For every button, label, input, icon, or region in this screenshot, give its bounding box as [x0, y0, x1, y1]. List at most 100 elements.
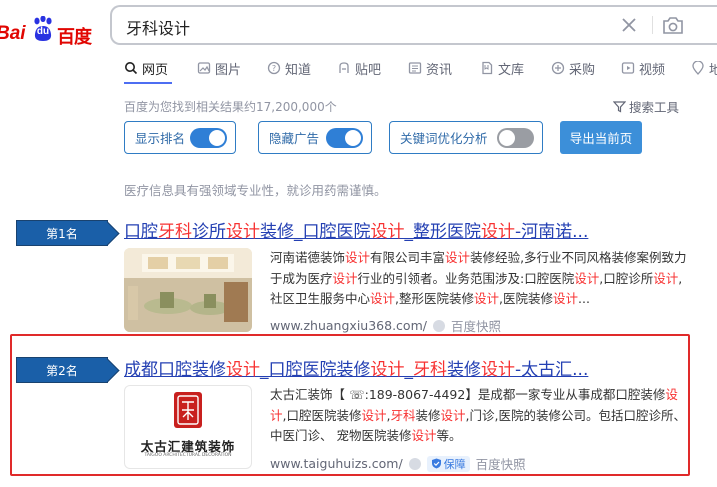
toggle-show-rank[interactable]: 显示排名	[124, 121, 236, 154]
tab-images[interactable]: 图片	[197, 58, 241, 78]
tab-label: 知道	[285, 62, 312, 78]
tab-zhidao[interactable]: ? 知道	[267, 58, 311, 78]
tab-label: 资讯	[426, 62, 453, 78]
filter-icon	[613, 101, 626, 113]
desc-text: 装修	[415, 407, 441, 423]
tab-label: 地	[709, 62, 717, 78]
info-dot-icon[interactable]	[432, 319, 445, 332]
title-text: _	[404, 360, 414, 380]
toggle-label: 隐藏广告	[269, 131, 320, 146]
news-icon	[408, 62, 422, 74]
toggle-switch-on[interactable]	[190, 128, 227, 148]
search-box[interactable]	[110, 5, 717, 45]
clear-icon[interactable]	[618, 14, 640, 36]
result-count: 百度为您找到相关结果约17,200,000个	[124, 100, 337, 114]
info-dot-icon[interactable]	[408, 457, 421, 470]
tab-label: 采购	[569, 62, 596, 78]
tab-wenku[interactable]: 文库	[480, 58, 524, 78]
title-text: -河南诺...	[515, 222, 589, 242]
purchase-icon	[551, 61, 565, 75]
desc-text: 行业的引领者。业务范围涉及:口腔医院	[357, 270, 575, 286]
company-logo-thumbnail[interactable]: 太古汇建筑装饰 TAIGOO ARCHITECTURAL DECORATION	[124, 385, 252, 469]
guarantee-badge[interactable]: 保障	[426, 455, 470, 472]
tab-label: 贴吧	[355, 62, 382, 78]
tab-purchase[interactable]: 采购	[551, 58, 595, 78]
tab-label: 图片	[215, 62, 242, 78]
rank-badge: 第2名	[16, 357, 108, 383]
active-tab-underline	[124, 82, 172, 84]
desc-keyword: 设计	[332, 270, 358, 286]
export-page-button[interactable]: 导出当前页	[560, 121, 642, 154]
search-tools-label: 搜索工具	[629, 100, 680, 115]
desc-text: ,口腔诊所	[599, 270, 654, 286]
desc-keyword: 设计	[445, 250, 471, 265]
result-description: 太古汇装饰【 ☏:189-8067-4492】是成都一家专业从事成都口腔装修设计…	[270, 385, 688, 447]
title-text: 装修	[447, 360, 481, 380]
result-thumbnail[interactable]	[124, 248, 252, 332]
toggle-knob	[209, 130, 225, 146]
search-divider	[652, 16, 653, 34]
desc-text: ,口腔医院装修	[282, 407, 362, 423]
title-keyword: 设计	[370, 222, 405, 242]
result-url[interactable]: www.taiguhuizs.com/	[270, 456, 403, 471]
logo-bai-text: Bai	[0, 23, 26, 44]
map-icon	[692, 61, 704, 75]
toggle-label: 显示排名	[135, 131, 186, 146]
clinic-room-image	[124, 248, 252, 332]
title-keyword: 牙科	[413, 360, 447, 380]
desc-text: 太古汇装饰【 ☏:189-8067-4492】是成都一家专业从事成都口腔装修	[270, 387, 666, 402]
desc-keyword: 设计	[411, 428, 437, 443]
toggle-switch-on[interactable]	[326, 128, 363, 148]
tab-label: 文库	[498, 62, 525, 78]
tab-news[interactable]: 资讯	[408, 58, 452, 78]
toggle-knob	[345, 130, 361, 146]
desc-keyword: 设计	[370, 291, 396, 306]
snapshot-link[interactable]: 百度快照	[476, 454, 526, 473]
result-url-row: www.taiguhuizs.com/ 保障 百度快照	[270, 454, 526, 473]
tab-map[interactable]: 地	[691, 58, 717, 78]
company-logo-subtext: TAIGOO ARCHITECTURAL DECORATION	[144, 453, 232, 458]
result-description: 河南诺德装饰设计有限公司丰富设计装修经验,多行业不同风格装修案例致力于成为医疗设…	[270, 248, 688, 310]
title-keyword: 设计	[370, 360, 405, 380]
search-tools-button[interactable]: 搜索工具	[613, 97, 679, 116]
search-input[interactable]	[124, 15, 598, 39]
tab-tieba[interactable]: 贴吧	[337, 58, 381, 78]
result-title-link[interactable]: 口腔牙科诊所设计装修_口腔医院设计_整形医院设计-河南诺...	[124, 217, 588, 242]
tab-web[interactable]: 网页	[124, 58, 168, 78]
camera-icon[interactable]	[661, 14, 685, 36]
title-keyword: 设计	[481, 360, 515, 380]
tab-label: 网页	[142, 62, 169, 78]
video-icon	[621, 62, 635, 74]
desc-keyword: 设计	[474, 291, 500, 306]
toggle-knob	[499, 130, 515, 146]
desc-keyword: 设计	[574, 270, 600, 286]
desc-keyword: 设计	[345, 250, 371, 265]
title-text: 口腔	[124, 222, 158, 242]
title-text: 装修_口腔医院	[260, 222, 371, 242]
shield-check-icon	[431, 458, 441, 469]
result-title-link[interactable]: 成都口腔装修设计_口腔医院装修设计_牙科装修设计-太古汇...	[124, 355, 588, 380]
baidu-logo[interactable]: Bai du 百度	[0, 10, 96, 48]
title-keyword: 设计	[226, 222, 260, 242]
logo-baidu-chinese: 百度	[57, 27, 92, 48]
desc-keyword: 设计	[361, 407, 387, 423]
snapshot-link[interactable]: 百度快照	[451, 316, 501, 335]
rank-label: 第1名	[46, 226, 78, 241]
tab-label: 视频	[639, 62, 666, 78]
rank-label: 第2名	[46, 363, 78, 378]
result-url[interactable]: www.zhuangxiu368.com/	[270, 318, 427, 333]
search-icon	[125, 62, 138, 75]
desc-keyword: 设计	[653, 270, 679, 286]
toggle-switch-off[interactable]	[497, 128, 534, 148]
desc-keyword: 牙科	[390, 407, 416, 423]
title-text: _整形医院	[404, 222, 482, 242]
desc-keyword: 设计	[553, 291, 579, 306]
title-text: 成都口腔装修	[124, 360, 226, 380]
toggle-hide-ads[interactable]: 隐藏广告	[258, 121, 372, 154]
desc-text: 等。	[436, 428, 462, 443]
image-icon	[197, 62, 211, 74]
tab-video[interactable]: 视频	[621, 58, 665, 78]
title-keyword: 设计	[481, 222, 515, 242]
desc-text: ,医院装修	[499, 291, 554, 306]
toggle-keyword-analysis[interactable]: 关键词优化分析	[389, 121, 543, 154]
